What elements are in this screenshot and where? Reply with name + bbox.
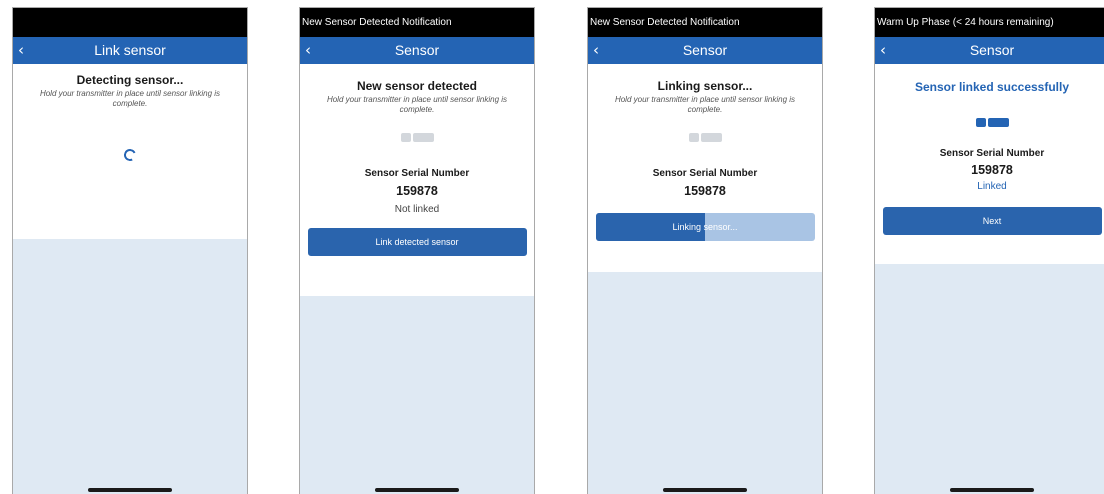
loading-spinner-icon xyxy=(122,147,138,163)
link-detected-sensor-button[interactable]: Link detected sensor xyxy=(307,228,527,256)
home-indicator xyxy=(950,488,1034,492)
content-panel: Linking sensor... Hold your transmitter … xyxy=(588,64,822,272)
linking-heading: Linking sensor... xyxy=(657,79,753,93)
sensor-icon xyxy=(300,133,534,142)
status-bar: Warm Up Phase (< 24 hours remaining) xyxy=(875,8,1104,37)
serial-number: 159878 xyxy=(684,184,726,198)
instruction-text: Hold your transmitter in place until sen… xyxy=(326,95,508,114)
serial-label: Sensor Serial Number xyxy=(364,168,470,179)
home-indicator xyxy=(375,488,459,492)
sensor-icon xyxy=(588,133,822,142)
sensor-icon xyxy=(875,118,1104,127)
serial-number: 159878 xyxy=(971,163,1013,177)
chevron-left-icon[interactable]: ‹ xyxy=(305,37,311,64)
page-title: Sensor xyxy=(682,42,728,58)
link-status: Not linked xyxy=(394,204,440,215)
screen-linking-sensor: New Sensor Detected Notification ‹ Senso… xyxy=(587,7,823,494)
status-bar: New Sensor Detected Notification xyxy=(588,8,822,37)
nav-header: ‹ Link sensor xyxy=(13,37,247,64)
page-title: Link sensor xyxy=(94,42,166,58)
chevron-left-icon[interactable]: ‹ xyxy=(18,37,24,64)
screen-link-sensor: ‹ Link sensor Detecting sensor... Hold y… xyxy=(12,7,248,494)
serial-number: 159878 xyxy=(396,184,438,198)
screen-sensor-linked: Warm Up Phase (< 24 hours remaining) ‹ S… xyxy=(874,7,1104,494)
chevron-left-icon[interactable]: ‹ xyxy=(593,37,599,64)
nav-header: ‹ Sensor xyxy=(300,37,534,64)
instruction-text: Hold your transmitter in place until sen… xyxy=(39,89,221,108)
detecting-heading: Detecting sensor... xyxy=(76,73,184,87)
serial-label: Sensor Serial Number xyxy=(652,168,758,179)
content-panel: New sensor detected Hold your transmitte… xyxy=(300,64,534,296)
page-title: Sensor xyxy=(969,42,1015,58)
link-status: Linked xyxy=(977,181,1007,192)
nav-header: ‹ Sensor xyxy=(875,37,1104,64)
next-button[interactable]: Next xyxy=(882,207,1102,235)
detected-heading: New sensor detected xyxy=(356,79,478,93)
instruction-text: Hold your transmitter in place until sen… xyxy=(614,95,796,114)
page-title: Sensor xyxy=(394,42,440,58)
status-bar xyxy=(13,8,247,37)
content-panel: Detecting sensor... Hold your transmitte… xyxy=(13,64,247,239)
chevron-left-icon[interactable]: ‹ xyxy=(880,37,886,64)
success-heading: Sensor linked successfully xyxy=(914,80,1070,94)
status-bar: New Sensor Detected Notification xyxy=(300,8,534,37)
content-panel: Sensor linked successfully Sensor Serial… xyxy=(875,64,1104,264)
progress-label: Linking sensor... xyxy=(672,222,738,232)
home-indicator xyxy=(88,488,172,492)
serial-label: Sensor Serial Number xyxy=(939,148,1045,159)
nav-header: ‹ Sensor xyxy=(588,37,822,64)
linking-progress-bar: Linking sensor... xyxy=(595,213,815,241)
screen-new-sensor-detected: New Sensor Detected Notification ‹ Senso… xyxy=(299,7,535,494)
home-indicator xyxy=(663,488,747,492)
